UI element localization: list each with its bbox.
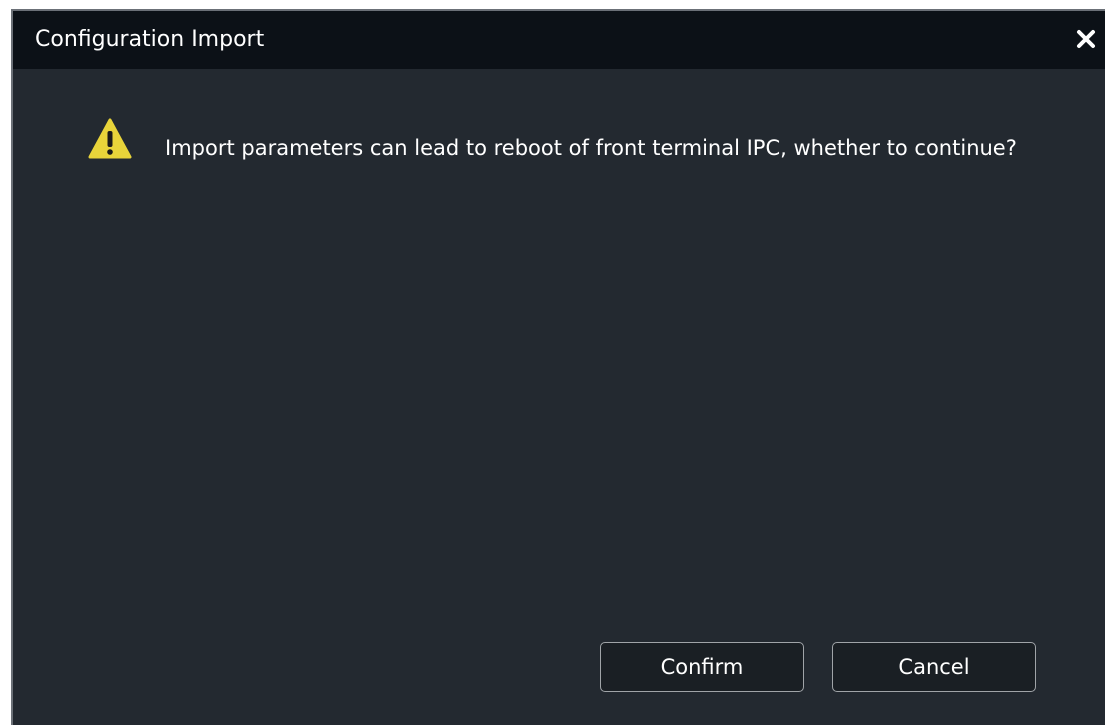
cancel-button[interactable]: Cancel: [832, 642, 1036, 692]
close-icon[interactable]: [1073, 26, 1099, 52]
confirm-button[interactable]: Confirm: [600, 642, 804, 692]
configuration-import-dialog: Configuration Import Import parameters c…: [11, 9, 1105, 725]
warning-icon: [88, 117, 132, 161]
warning-message: Import parameters can lead to reboot of …: [165, 136, 1017, 160]
dialog-title: Configuration Import: [35, 27, 265, 52]
title-bar: Configuration Import: [13, 11, 1105, 69]
